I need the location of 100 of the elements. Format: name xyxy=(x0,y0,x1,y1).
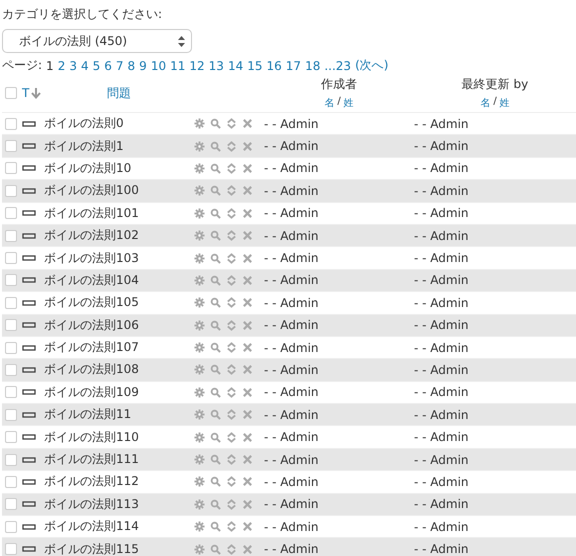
search-icon[interactable] xyxy=(210,544,221,555)
page-link[interactable]: 5 xyxy=(92,58,100,72)
sort-link[interactable]: 名 xyxy=(480,96,490,110)
gear-icon[interactable] xyxy=(194,476,205,488)
search-icon[interactable] xyxy=(210,162,221,174)
updown-arrows-icon[interactable] xyxy=(226,297,237,308)
search-icon[interactable] xyxy=(210,320,221,331)
gear-icon[interactable] xyxy=(194,386,205,398)
page-link[interactable]: 13 xyxy=(208,58,224,72)
gear-icon[interactable] xyxy=(194,432,205,443)
page-link[interactable]: 10 xyxy=(150,58,166,72)
updown-arrows-icon[interactable] xyxy=(226,498,237,510)
page-link[interactable]: 3 xyxy=(69,58,77,72)
gear-icon[interactable] xyxy=(194,162,205,174)
row-checkbox[interactable] xyxy=(5,454,17,466)
row-checkbox[interactable] xyxy=(5,431,17,444)
close-icon[interactable] xyxy=(242,432,253,443)
close-icon[interactable] xyxy=(242,521,253,532)
updown-arrows-icon[interactable] xyxy=(226,140,237,152)
question-sort-link[interactable]: 問題 xyxy=(107,86,131,100)
updown-arrows-icon[interactable] xyxy=(226,544,237,555)
search-icon[interactable] xyxy=(210,409,221,420)
close-icon[interactable] xyxy=(242,162,253,174)
search-icon[interactable] xyxy=(210,208,221,219)
gear-icon[interactable] xyxy=(194,274,205,286)
gear-icon[interactable] xyxy=(194,364,205,376)
search-icon[interactable] xyxy=(210,230,221,242)
search-icon[interactable] xyxy=(210,521,221,532)
search-icon[interactable] xyxy=(210,185,221,196)
page-link[interactable]: 4 xyxy=(80,58,89,72)
row-checkbox[interactable] xyxy=(5,184,17,197)
close-icon[interactable] xyxy=(242,208,253,219)
updown-arrows-icon[interactable] xyxy=(226,185,237,196)
page-link[interactable]: 12 xyxy=(189,58,205,72)
updown-arrows-icon[interactable] xyxy=(226,364,237,376)
page-link[interactable]: 7 xyxy=(116,58,124,72)
close-icon[interactable] xyxy=(242,454,253,466)
gear-icon[interactable] xyxy=(194,208,205,219)
close-icon[interactable] xyxy=(242,386,253,398)
row-checkbox[interactable] xyxy=(5,476,17,488)
updown-arrows-icon[interactable] xyxy=(226,320,237,331)
gear-icon[interactable] xyxy=(194,454,205,466)
close-icon[interactable] xyxy=(242,320,253,331)
select-all-checkbox[interactable] xyxy=(5,87,17,99)
close-icon[interactable] xyxy=(242,185,253,196)
row-checkbox[interactable] xyxy=(5,319,17,332)
close-icon[interactable] xyxy=(242,252,253,264)
page-link[interactable]: 8 xyxy=(128,58,136,72)
search-icon[interactable] xyxy=(210,118,221,130)
type-sort-link[interactable]: T xyxy=(22,86,30,100)
close-icon[interactable] xyxy=(242,140,253,152)
gear-icon[interactable] xyxy=(194,140,205,152)
row-checkbox[interactable] xyxy=(5,543,17,556)
page-link[interactable]: 2 xyxy=(58,58,66,72)
sort-link[interactable]: 名 xyxy=(324,96,334,110)
updown-arrows-icon[interactable] xyxy=(226,454,237,466)
page-link[interactable]: 6 xyxy=(104,58,112,72)
row-checkbox[interactable] xyxy=(5,498,17,510)
page-link[interactable]: 18 xyxy=(305,58,320,72)
row-checkbox[interactable] xyxy=(5,296,17,309)
row-checkbox[interactable] xyxy=(5,408,17,421)
close-icon[interactable] xyxy=(242,476,253,488)
close-icon[interactable] xyxy=(242,274,253,286)
sort-link[interactable]: 姓 xyxy=(500,96,510,110)
gear-icon[interactable] xyxy=(194,118,205,130)
sort-link[interactable]: 姓 xyxy=(344,96,354,110)
search-icon[interactable] xyxy=(210,297,221,308)
gear-icon[interactable] xyxy=(194,252,205,264)
search-icon[interactable] xyxy=(210,252,221,264)
row-checkbox[interactable] xyxy=(5,252,17,264)
row-checkbox[interactable] xyxy=(5,520,17,533)
page-link[interactable]: 17 xyxy=(286,58,302,72)
updown-arrows-icon[interactable] xyxy=(226,432,237,443)
updown-arrows-icon[interactable] xyxy=(226,208,237,219)
search-icon[interactable] xyxy=(210,364,221,376)
page-link[interactable]: 11 xyxy=(170,58,186,72)
close-icon[interactable] xyxy=(242,498,253,510)
search-icon[interactable] xyxy=(210,498,221,510)
updown-arrows-icon[interactable] xyxy=(226,342,237,354)
row-checkbox[interactable] xyxy=(5,140,17,152)
page-link[interactable]: 9 xyxy=(139,58,147,72)
next-link[interactable]: (次へ) xyxy=(355,57,388,74)
page-link[interactable]: 14 xyxy=(228,58,244,72)
updown-arrows-icon[interactable] xyxy=(226,252,237,264)
gear-icon[interactable] xyxy=(194,544,205,555)
updown-arrows-icon[interactable] xyxy=(226,162,237,174)
close-icon[interactable] xyxy=(242,409,253,420)
page-link[interactable]: 15 xyxy=(247,58,262,72)
search-icon[interactable] xyxy=(210,274,221,286)
search-icon[interactable] xyxy=(210,140,221,152)
updown-arrows-icon[interactable] xyxy=(226,274,237,286)
gear-icon[interactable] xyxy=(194,521,205,532)
category-select[interactable]: ボイルの法則 (450) xyxy=(2,29,192,53)
updown-arrows-icon[interactable] xyxy=(226,386,237,398)
row-checkbox[interactable] xyxy=(5,342,17,354)
search-icon[interactable] xyxy=(210,386,221,398)
row-checkbox[interactable] xyxy=(5,207,17,220)
page-link[interactable]: ...23 xyxy=(324,58,352,72)
search-icon[interactable] xyxy=(210,342,221,354)
search-icon[interactable] xyxy=(210,432,221,443)
